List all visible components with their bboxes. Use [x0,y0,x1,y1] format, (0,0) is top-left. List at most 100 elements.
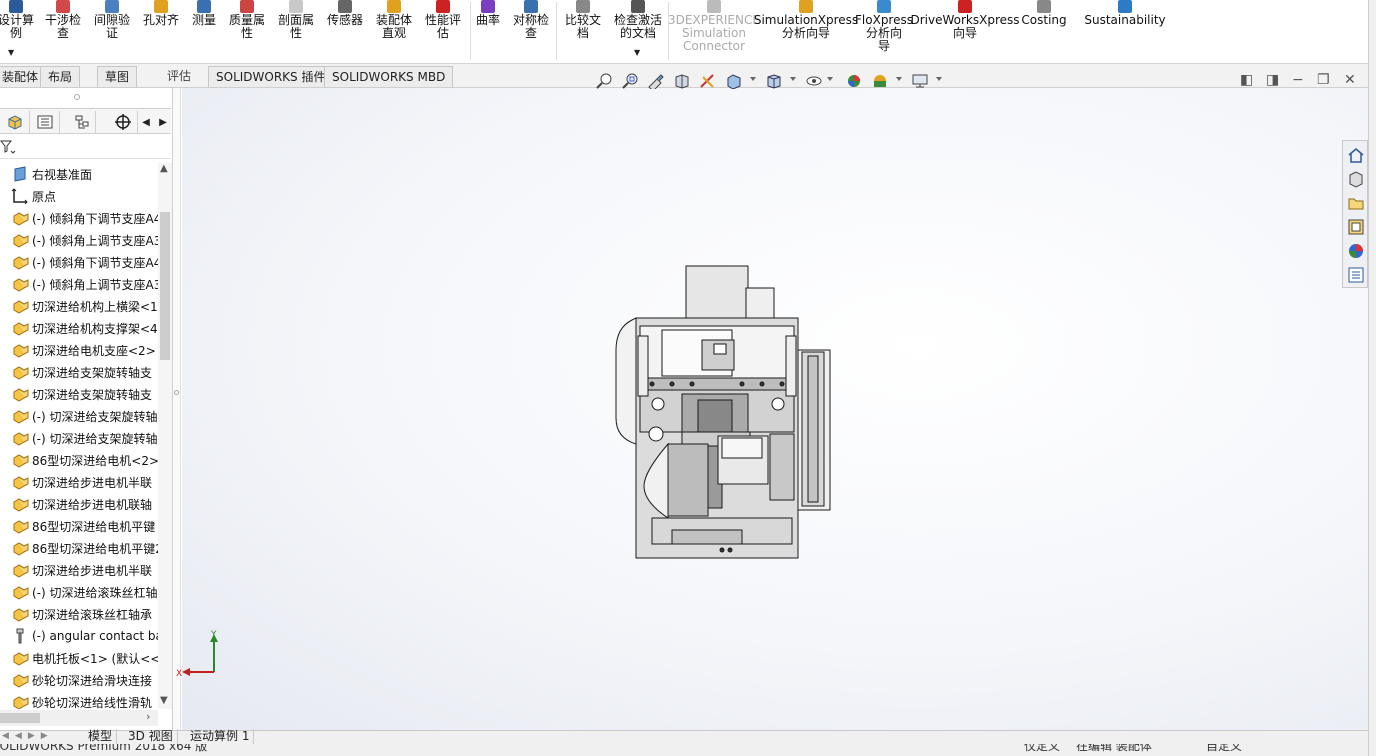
performance-evaluation-button[interactable]: 性能评 估 [422,0,464,62]
compare-documents-button[interactable]: 比较文 档 [562,0,604,62]
driveworksxpress-button[interactable]: DriveWorksXpress 向导 [910,0,1020,62]
tab-evaluate[interactable]: 评估 [160,66,198,87]
section-properties-button[interactable]: 剖面属 性 [276,0,316,62]
view-settings-icon[interactable] [911,73,929,89]
hide-show-dropdown-icon[interactable] [827,77,833,81]
sensor-button[interactable]: 传感器 [324,0,366,62]
scroll-up-icon[interactable]: ▲ [160,163,168,174]
tree-item[interactable]: 切深进给电机支座<2> [0,339,158,361]
curvature-button[interactable]: 曲率 [474,0,502,62]
dimxpert-manager-tab[interactable] [108,111,138,133]
filter-icon[interactable] [0,139,16,155]
restore-icon[interactable]: ❐ [1317,72,1330,88]
apply-scene-dropdown-icon[interactable] [896,77,902,81]
design-study-dropdown-icon[interactable]: ▼ [8,48,14,57]
tile-right-icon[interactable]: ◨ [1266,72,1279,88]
hole-alignment-button[interactable]: 孔对齐 [140,0,182,62]
hide-show-items-icon[interactable] [805,73,823,89]
zoom-to-fit-icon[interactable] [595,73,613,89]
tree-item[interactable]: (-) 倾斜角下调节支座A4 [0,251,158,273]
model-render[interactable] [182,88,1368,730]
tree-hscroll-thumb[interactable] [0,713,40,723]
tab-motion-study-1[interactable]: 运动算例 1 [186,729,255,745]
tree-item[interactable]: (-) 倾斜角上调节支座A3 [0,229,158,251]
splitter-grip-icon[interactable] [174,390,179,395]
status-units[interactable]: 自定义 [1206,744,1242,756]
property-manager-tab[interactable] [30,111,60,133]
display-style-icon[interactable] [765,73,783,89]
appearances-tab[interactable] [1346,241,1366,261]
tree-item[interactable]: 切深进给步进电机联轴 [0,493,158,515]
interference-check-button[interactable]: 干涉检 查 [43,0,83,62]
tree-item[interactable]: 右视基准面 [0,163,158,185]
tree-scroll-thumb[interactable] [160,212,170,360]
tree-item[interactable]: (-) angular contact ba [0,625,158,647]
tree-item[interactable]: 86型切深进给电机平键2 [0,537,158,559]
clearance-verification-button[interactable]: 间隙验 证 [92,0,132,62]
assembly-model[interactable] [615,265,831,559]
tab-solidworks-mbd[interactable]: SOLIDWORKS MBD [324,66,454,87]
tab-sketch[interactable]: 草图 [97,66,138,87]
zoom-to-area-icon[interactable] [621,73,639,89]
tab-scroll-left-button[interactable]: ◀ [138,111,154,133]
tab-model[interactable]: 模型 [84,729,118,745]
design-study-button[interactable]: 设计算 例 [0,0,34,62]
tab-layout[interactable]: 布局 [40,66,81,87]
tree-item[interactable]: 切深进给机构上横梁<1 [0,295,158,317]
sustainability-button[interactable]: Sustainability [1084,0,1166,62]
mass-properties-button[interactable]: 质量属 性 [225,0,269,62]
tile-left-icon[interactable]: ◧ [1240,72,1253,88]
tab-navigation-icons[interactable]: ◀◀▶▶ [2,731,74,743]
measure-button[interactable]: 测量 [188,0,220,62]
tree-item[interactable]: 切深进给滚珠丝杠轴承 [0,603,158,625]
tree-item[interactable]: 切深进给支架旋转轴支 [0,383,158,405]
tree-item[interactable]: (-) 切深进给支架旋转轴 [0,427,158,449]
previous-view-icon[interactable] [647,73,665,89]
tree-filter-row[interactable] [0,135,171,159]
tree-item[interactable]: 切深进给支架旋转轴支 [0,361,158,383]
tree-item[interactable]: (-) 切深进给滚珠丝杠轴 [0,581,158,603]
file-explorer-tab[interactable] [1346,193,1366,213]
edit-appearance-icon[interactable] [845,73,863,89]
tree-item[interactable]: (-) 切深进给支架旋转轴 [0,405,158,427]
custom-properties-tab[interactable] [1346,265,1366,285]
check-active-document-dropdown-icon[interactable]: ▼ [634,48,640,57]
feature-manager-tab[interactable] [0,111,30,133]
tree-item[interactable]: (-) 倾斜角上调节支座A3 [0,273,158,295]
tab-scroll-right-button[interactable]: ▶ [155,111,171,133]
tree-item[interactable]: 86型切深进给电机平键 [0,515,158,537]
tree-item[interactable]: 切深进给步进电机半联 [0,471,158,493]
minimize-icon[interactable]: − [1292,72,1304,88]
symmetry-check-button[interactable]: 对称检 查 [510,0,552,62]
tree-item[interactable]: 切深进给机构支撑架<4 [0,317,158,339]
simulationxpress-button[interactable]: SimulationXpress 分析向导 [754,0,858,62]
tree-item[interactable]: 86型切深进给电机<2> [0,449,158,471]
close-icon[interactable]: ✕ [1344,72,1356,88]
display-style-dropdown-icon[interactable] [790,77,796,81]
tree-item[interactable]: 切深进给步进电机半联 [0,559,158,581]
apply-scene-icon[interactable] [871,73,889,89]
floxpress-button[interactable]: FloXpress 分析向 导 [855,0,913,62]
3dexperience-button[interactable]: 3DEXPERIENCE Simulation Connector [668,0,760,62]
view-palette-tab[interactable] [1346,217,1366,237]
tree-item[interactable]: 原点 [0,185,158,207]
view-settings-dropdown-icon[interactable] [936,77,942,81]
tab-3d-views[interactable]: 3D 视图 [124,729,178,745]
scroll-right-icon[interactable]: › [146,710,150,723]
tree-item[interactable]: 砂轮切深进给滑块连接 [0,669,158,691]
tree-item[interactable]: 电机托板<1> (默认<<5 [0,647,158,669]
design-library-tab[interactable] [1346,169,1366,189]
view-orientation-icon[interactable] [725,73,743,89]
tree-item[interactable]: (-) 倾斜角下调节支座A4 [0,207,158,229]
panel-grip-icon[interactable] [74,94,80,100]
solidworks-resources-tab[interactable] [1346,145,1366,165]
scroll-down-icon[interactable]: ▼ [160,695,168,706]
graphics-area[interactable]: Y X [176,88,1368,730]
view-orientation-dropdown-icon[interactable] [750,77,756,81]
section-view-icon[interactable] [673,73,691,89]
tree-item[interactable]: 砂轮切深进给线性滑轨 [0,691,158,709]
dynamic-annotation-icon[interactable] [699,73,717,89]
configuration-manager-tab[interactable] [66,111,96,133]
costing-button[interactable]: Costing [1021,0,1067,62]
assembly-visualization-button[interactable]: 装配体 直观 [372,0,416,62]
